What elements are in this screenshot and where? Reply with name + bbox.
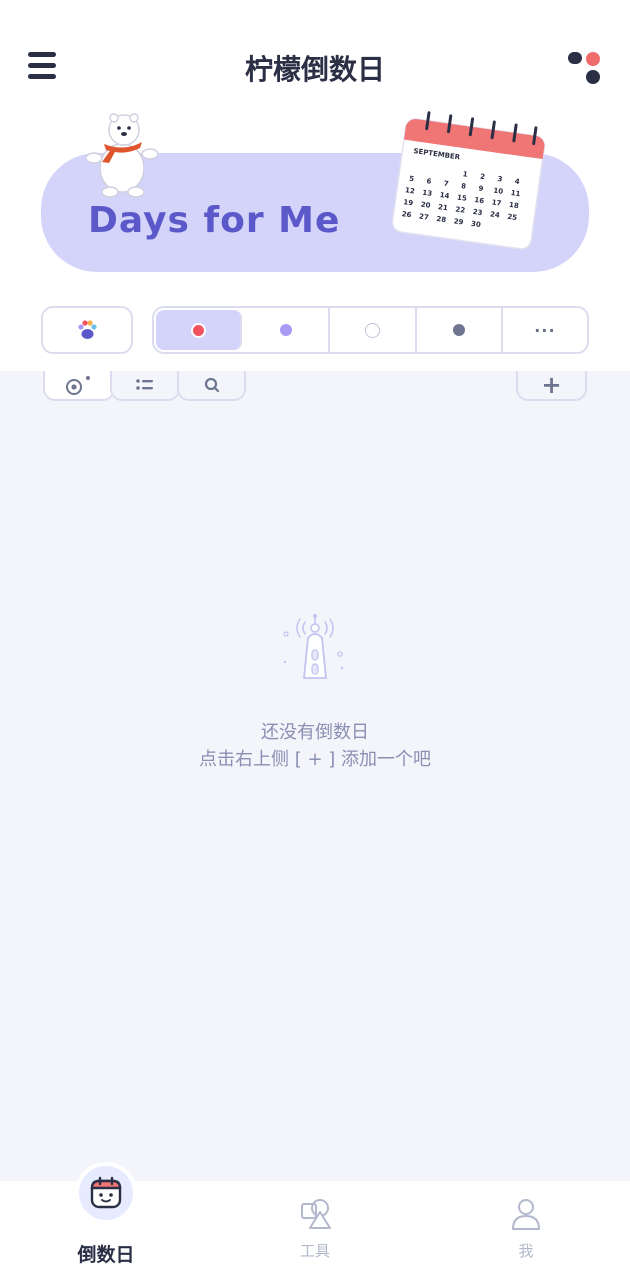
target-icon — [66, 376, 90, 395]
red-dot-icon — [190, 322, 206, 338]
page-title: 柠檬倒数日 — [244, 53, 385, 86]
purple-dot-icon — [280, 324, 293, 336]
calendar-day: 23 — [472, 208, 483, 217]
calendar-day: 26 — [401, 210, 412, 219]
nav-label-countdown[interactable]: 倒数日 — [46, 1240, 166, 1267]
banner-text: Days for Me — [88, 200, 341, 241]
calendar-day: 15 — [457, 194, 468, 203]
calendar-day: 14 — [439, 191, 450, 200]
paw-filter-button[interactable] — [41, 306, 133, 354]
calendar-day: 18 — [509, 201, 520, 210]
calendar-day: 27 — [419, 212, 430, 221]
calendar-day: 19 — [403, 198, 414, 207]
calendar-day: 12 — [405, 186, 416, 195]
tab-target[interactable] — [43, 371, 115, 401]
color-filter-group: ··· — [152, 306, 589, 354]
calendar-day: 11 — [510, 189, 521, 198]
calendar-face-icon — [90, 1176, 122, 1209]
calendar-day: 21 — [438, 203, 449, 212]
add-label: + — [541, 371, 562, 399]
calendar-day: 17 — [491, 198, 502, 207]
calendar-day: 10 — [493, 187, 504, 196]
calendar-day: 20 — [420, 201, 431, 210]
empty-state-hint: 点击右上侧 [ + ] 添加一个吧 — [198, 749, 431, 770]
tab-search[interactable] — [177, 371, 246, 401]
calendar-day: 25 — [507, 213, 518, 222]
filter-purple[interactable] — [244, 308, 331, 352]
calendar-day: 28 — [436, 215, 447, 224]
calendar-day: 13 — [422, 189, 433, 198]
nav-label-tools[interactable]: 工具 — [255, 1240, 375, 1261]
bear-illustration-icon — [85, 113, 159, 198]
filter-gray[interactable] — [417, 308, 503, 352]
calendar-day: 30 — [471, 220, 482, 229]
list-icon — [136, 379, 153, 390]
tab-list[interactable] — [110, 371, 180, 401]
empty-state-title: 还没有倒数日 — [261, 722, 369, 743]
add-button[interactable]: + — [516, 371, 587, 401]
gray-dot-icon — [452, 324, 465, 336]
calendar-illustration-icon: SEPTEMBER 1 2 3 45 6 7 8 9 10 1112 13 14 15 16 17 1819 2… — [391, 111, 546, 250]
calendar-day: 24 — [490, 210, 501, 219]
empty-state-icon — [283, 614, 344, 679]
person-icon[interactable] — [508, 1196, 544, 1232]
tools-icon[interactable] — [298, 1196, 334, 1232]
search-icon — [204, 377, 219, 393]
calendar-day: 29 — [453, 217, 464, 226]
white-dot-icon — [365, 322, 380, 338]
calendar-day: 16 — [474, 196, 485, 205]
filter-more[interactable]: ··· — [503, 308, 587, 352]
content-area — [0, 371, 630, 1181]
paw-icon — [78, 320, 97, 339]
dots-grid-icon[interactable] — [566, 50, 602, 86]
filter-red[interactable] — [156, 310, 243, 350]
filter-white[interactable] — [330, 308, 417, 352]
nav-label-me[interactable]: 我 — [466, 1240, 586, 1261]
calendar-day: 22 — [455, 205, 466, 214]
more-label: ··· — [534, 320, 556, 340]
nav-countdown-button[interactable] — [75, 1162, 137, 1224]
